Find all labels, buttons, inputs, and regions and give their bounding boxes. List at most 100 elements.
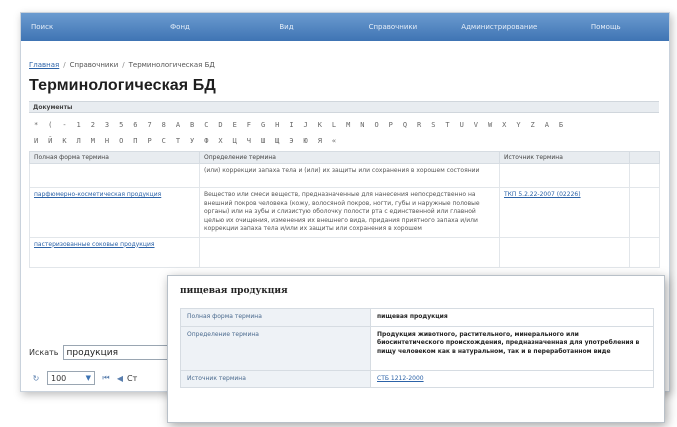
alphabet-letter[interactable]: 6 <box>128 121 142 129</box>
alphabet-letter[interactable]: У <box>185 137 199 145</box>
nav-help[interactable]: Помощь <box>553 23 659 31</box>
alphabet-letter[interactable]: ( <box>43 121 57 129</box>
alphabet-letter[interactable]: L <box>327 121 341 129</box>
alphabet-letter[interactable]: C <box>199 121 213 129</box>
alphabet-letter[interactable]: F <box>242 121 256 129</box>
alphabet-letter[interactable]: М <box>86 137 100 145</box>
pager: ↻ 100 ▼ ⏮ ◀ Ст <box>29 371 137 385</box>
cell-term: пастеризованные соковые продукция <box>29 236 200 268</box>
details-key: Определение термина <box>180 325 371 371</box>
alphabet-letter[interactable]: 8 <box>157 121 171 129</box>
column-header-definition[interactable]: Определение термина <box>199 151 500 164</box>
alphabet-letter[interactable]: Й <box>43 137 57 145</box>
table-row[interactable]: пастеризованные соковые продукция <box>29 236 660 268</box>
section-header: Документы <box>29 101 659 113</box>
details-key: Полная форма термина <box>180 308 371 327</box>
refresh-icon[interactable]: ↻ <box>29 374 43 383</box>
alphabet-letter[interactable]: Ф <box>199 137 213 145</box>
nav-administration[interactable]: Администрирование <box>446 23 552 31</box>
term-link[interactable]: пастеризованные соковые продукция <box>34 241 155 248</box>
alphabet-letter[interactable]: S <box>426 121 440 129</box>
alphabet-letter[interactable]: Я <box>313 137 327 145</box>
alphabet-letter[interactable]: Х <box>213 137 227 145</box>
alphabet-letter[interactable]: Р <box>143 137 157 145</box>
nav-directories[interactable]: Справочники <box>340 23 446 31</box>
alphabet-letter[interactable]: 2 <box>86 121 100 129</box>
search-input[interactable] <box>62 345 173 360</box>
alphabet-letter[interactable]: Ц <box>228 137 242 145</box>
alphabet-filter-row-2: И Й К Л М Н О П Р С Т У Ф Х Ц Ч Ш Щ Э Ю Я « <box>29 137 669 145</box>
alphabet-letter[interactable]: V <box>469 121 483 129</box>
alphabet-letter[interactable]: O <box>370 121 384 129</box>
alphabet-letter[interactable]: T <box>440 121 454 129</box>
nav-search[interactable]: Поиск <box>31 23 127 31</box>
table-row[interactable]: парфюмерно-косметическая продукция Вещес… <box>29 187 660 238</box>
alphabet-letter[interactable]: A <box>171 121 185 129</box>
pager-page-label: Ст <box>127 373 138 383</box>
nav-fund[interactable]: Фонд <box>127 23 233 31</box>
alphabet-letter[interactable]: N <box>355 121 369 129</box>
alphabet-letter[interactable]: X <box>497 121 511 129</box>
cell-definition: Вещество или смеси веществ, предназначен… <box>199 187 500 238</box>
page-size-select[interactable]: 100 ▼ <box>47 371 95 385</box>
first-page-icon[interactable]: ⏮ <box>99 373 113 383</box>
alphabet-letter[interactable]: J <box>299 121 313 129</box>
alphabet-letter[interactable]: P <box>384 121 398 129</box>
breadcrumb-home[interactable]: Главная <box>29 61 59 69</box>
breadcrumb-directories[interactable]: Справочники <box>70 61 119 69</box>
alphabet-letter[interactable]: О <box>114 137 128 145</box>
alphabet-letter[interactable]: W <box>483 121 497 129</box>
column-header-source[interactable]: Источник термина <box>499 151 630 164</box>
alphabet-letter[interactable]: Б <box>554 121 568 129</box>
alphabet-letter[interactable]: Ю <box>299 137 313 145</box>
nav-view[interactable]: Вид <box>233 23 339 31</box>
alphabet-letter[interactable]: G <box>256 121 270 129</box>
cell-source <box>499 163 630 188</box>
column-header-empty <box>629 151 660 164</box>
alphabet-filter-row-1: *(-1 2 3 5 6 7 8 A B C D E F G H I J K L M N O P Q R S T U V W X Y Z А Б <box>29 121 669 129</box>
alphabet-letter[interactable]: Щ <box>270 137 284 145</box>
alphabet-letter[interactable]: К <box>57 137 71 145</box>
alphabet-letter[interactable]: E <box>228 121 242 129</box>
alphabet-letter[interactable]: U <box>455 121 469 129</box>
column-header-term[interactable]: Полная форма термина <box>29 151 200 164</box>
alphabet-letter[interactable]: * <box>29 121 43 129</box>
alphabet-letter[interactable]: R <box>412 121 426 129</box>
alphabet-letter[interactable]: Л <box>72 137 86 145</box>
alphabet-letter[interactable]: B <box>185 121 199 129</box>
alphabet-letter[interactable]: D <box>213 121 227 129</box>
alphabet-letter[interactable]: С <box>157 137 171 145</box>
table-row[interactable]: (или) коррекции запаха тела и (или) их з… <box>29 163 660 188</box>
alphabet-letter[interactable]: И <box>29 137 43 145</box>
alphabet-letter[interactable]: M <box>341 121 355 129</box>
alphabet-letter[interactable]: Z <box>526 121 540 129</box>
alphabet-letter[interactable]: 5 <box>114 121 128 129</box>
alphabet-letter[interactable]: Ш <box>256 137 270 145</box>
alphabet-letter[interactable]: Ч <box>242 137 256 145</box>
source-link[interactable]: ТКП 5.2.22-2007 (02226) <box>504 191 581 198</box>
alphabet-letter[interactable]: « <box>327 137 341 145</box>
term-link[interactable]: парфюмерно-косметическая продукция <box>34 191 161 198</box>
alphabet-letter[interactable]: А <box>540 121 554 129</box>
alphabet-letter[interactable]: П <box>128 137 142 145</box>
alphabet-letter[interactable]: H <box>270 121 284 129</box>
alphabet-letter[interactable]: Y <box>511 121 525 129</box>
alphabet-letter[interactable]: K <box>313 121 327 129</box>
details-value: Продукция животного, растительного, мине… <box>370 325 654 371</box>
popup-title: пищевая продукция <box>180 286 288 296</box>
alphabet-letter[interactable]: 7 <box>143 121 157 129</box>
alphabet-letter[interactable]: Н <box>100 137 114 145</box>
alphabet-letter[interactable]: Q <box>398 121 412 129</box>
details-row: Полная форма термина пищевая продукция <box>180 308 654 327</box>
cell-source <box>499 236 630 268</box>
details-row: Определение термина Продукция животного,… <box>180 325 654 371</box>
alphabet-letter[interactable]: 3 <box>100 121 114 129</box>
alphabet-letter[interactable]: 1 <box>72 121 86 129</box>
alphabet-letter[interactable]: I <box>284 121 298 129</box>
source-link[interactable]: СТБ 1212-2000 <box>377 375 424 382</box>
term-details-table: Полная форма термина пищевая продукция О… <box>180 308 654 388</box>
alphabet-letter[interactable]: Т <box>171 137 185 145</box>
alphabet-letter[interactable]: - <box>57 121 71 129</box>
prev-page-icon[interactable]: ◀ <box>113 374 127 383</box>
alphabet-letter[interactable]: Э <box>284 137 298 145</box>
